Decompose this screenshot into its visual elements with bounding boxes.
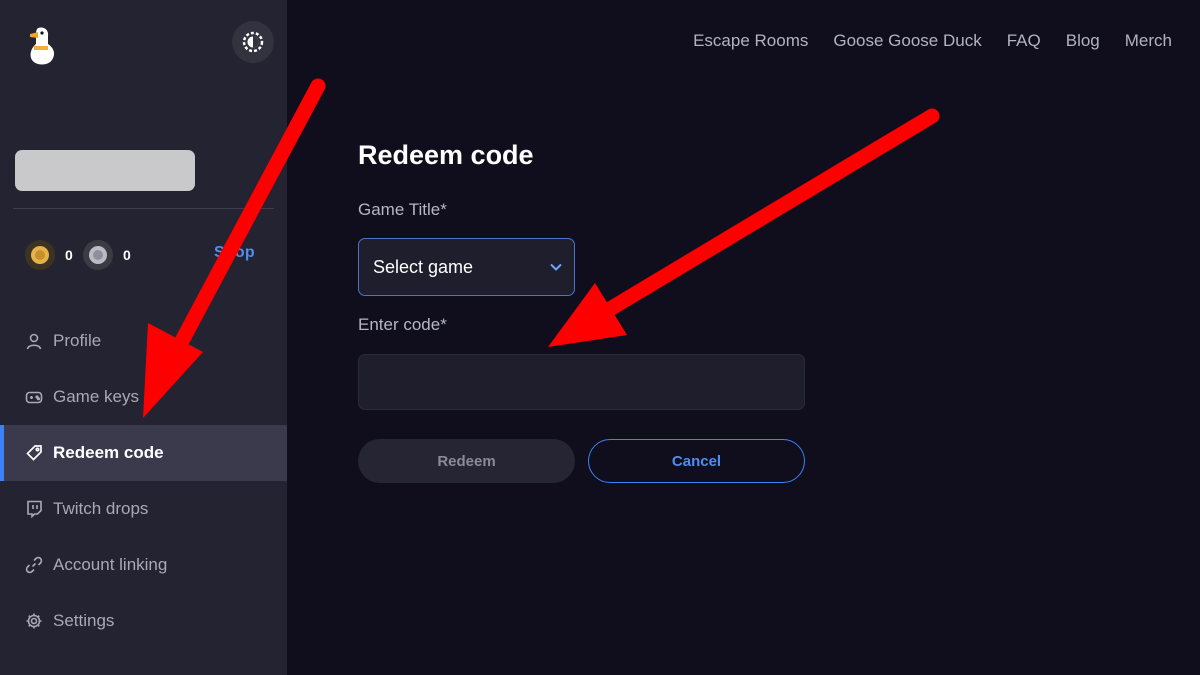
sidebar-item-game-keys[interactable]: Game keys (0, 369, 287, 425)
game-select-value: Select game (373, 256, 474, 277)
sidebar-item-settings[interactable]: Settings (0, 593, 287, 649)
sidebar-item-twitch-drops[interactable]: Twitch drops (0, 481, 287, 537)
sidebar-item-label: Twitch drops (53, 499, 149, 518)
gold-coin-icon (25, 240, 55, 270)
gold-coin-balance: 0 (25, 240, 73, 270)
red-arrow-to-code-input (548, 108, 940, 347)
sidebar-item-label: Settings (53, 611, 115, 630)
sidebar-divider (13, 208, 274, 209)
top-navigation: Escape Rooms Goose Goose Duck FAQ Blog M… (693, 31, 1172, 51)
twitch-icon (25, 500, 43, 518)
nav-blog[interactable]: Blog (1066, 31, 1100, 51)
silver-coin-icon (83, 240, 113, 270)
goose-logo-icon[interactable] (24, 24, 60, 68)
nav-goose-goose-duck[interactable]: Goose Goose Duck (833, 31, 981, 51)
sidebar-item-account-linking[interactable]: Account linking (0, 537, 287, 593)
sun-moon-icon (242, 31, 264, 53)
silver-coin-count: 0 (123, 247, 131, 263)
nav-escape-rooms[interactable]: Escape Rooms (693, 31, 808, 51)
sidebar-item-redeem-code[interactable]: Redeem code (0, 425, 287, 481)
tag-icon (25, 444, 43, 462)
redeem-button[interactable]: Redeem (358, 439, 575, 483)
sidebar-item-profile[interactable]: Profile (0, 313, 287, 369)
sidebar-item-label: Profile (53, 331, 102, 350)
sidebar: 0 0 Shop Profile Game keys Redeem code T… (0, 0, 287, 675)
user-icon (25, 332, 43, 350)
gold-coin-count: 0 (65, 247, 73, 263)
game-title-label: Game Title* (358, 200, 447, 219)
sidebar-item-label: Game keys (53, 387, 139, 406)
page-title: Redeem code (358, 140, 534, 170)
chevron-down-icon (548, 259, 564, 280)
sidebar-nav: Profile Game keys Redeem code Twitch dro… (0, 313, 287, 649)
link-icon (25, 556, 43, 574)
silver-coin-balance: 0 (83, 240, 131, 270)
nav-merch[interactable]: Merch (1125, 31, 1172, 51)
sidebar-item-label: Account linking (53, 555, 168, 574)
nav-faq[interactable]: FAQ (1007, 31, 1041, 51)
code-input[interactable] (358, 354, 805, 410)
gamepad-icon (25, 388, 43, 406)
shop-link[interactable]: Shop (214, 244, 255, 262)
enter-code-label: Enter code* (358, 315, 447, 334)
username-redacted (15, 150, 195, 191)
cancel-button[interactable]: Cancel (588, 439, 805, 483)
game-select[interactable]: Select game (358, 238, 575, 296)
theme-toggle-button[interactable] (232, 21, 274, 63)
sidebar-item-label: Redeem code (53, 443, 164, 462)
gear-icon (25, 612, 43, 630)
